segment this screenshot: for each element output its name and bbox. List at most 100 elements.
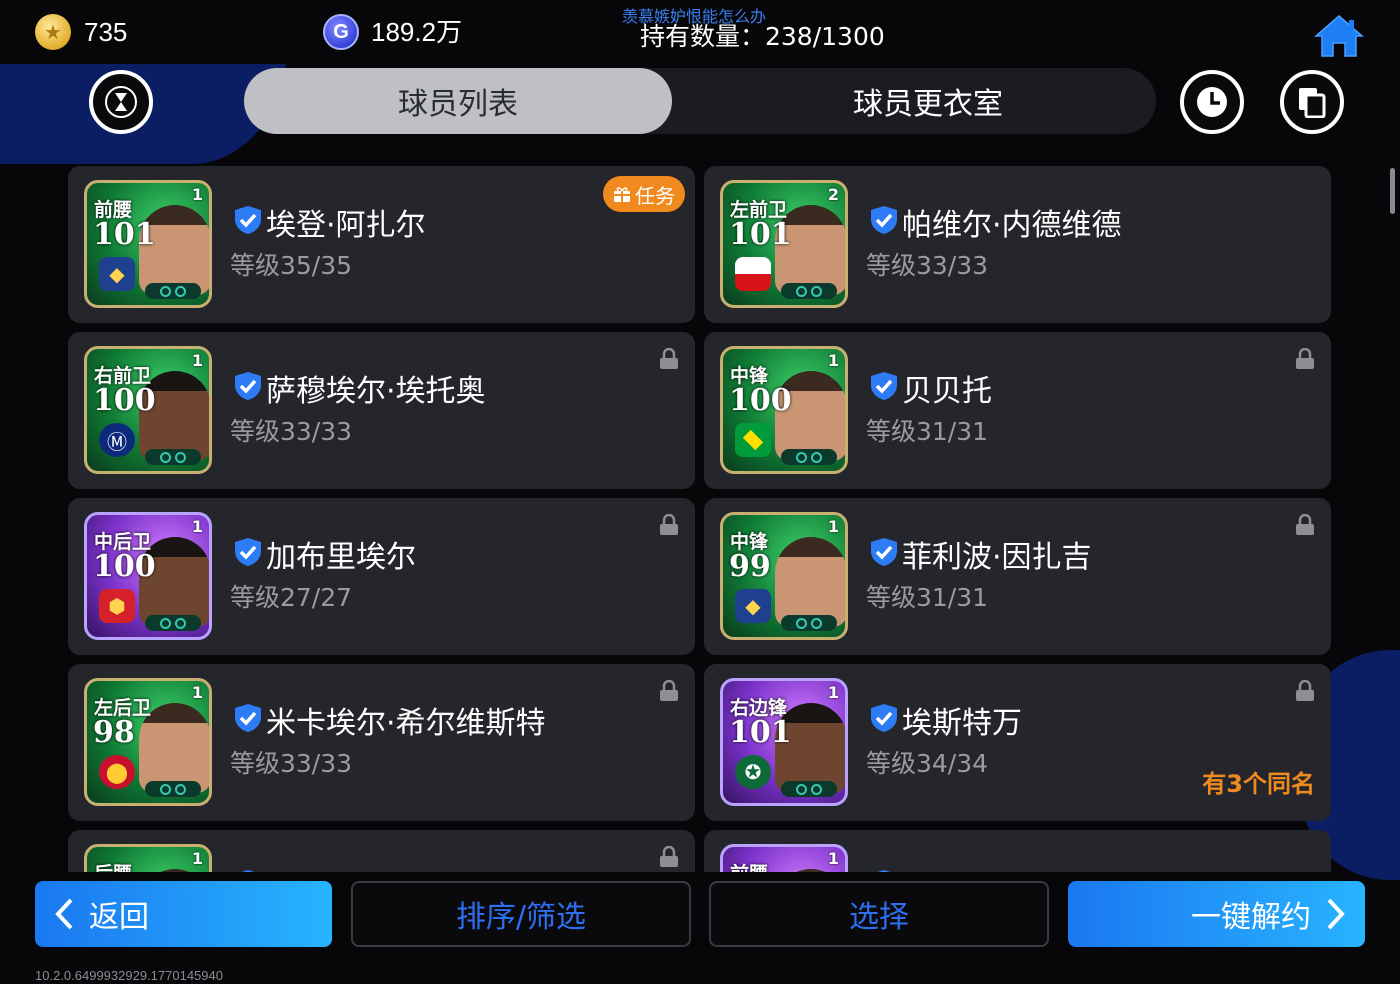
player-level: 等级33/33 [230,417,353,446]
player-photo [139,869,209,872]
select-button[interactable]: 选择 [709,881,1049,947]
player-rating: 100 [93,383,156,418]
player-photo [775,869,845,872]
top-bar: ★ 735 G 189.2万 持有数量：238/1300 羡慕嫉妒恨能怎么办 [0,0,1400,64]
skill-chips [145,449,201,465]
hourglass-icon [105,86,137,118]
tab-locker-room[interactable]: 球员更衣室 [700,68,1156,134]
player-portrait[interactable]: 中锋 99 1 ◆ [720,512,848,640]
player-portrait[interactable]: 右前卫 100 1 Ⓜ [84,346,212,474]
player-card[interactable]: 右前卫 100 1 Ⓜ 萨穆埃尔·埃托奥 等级33/33 [68,332,695,489]
gift-icon [614,187,630,202]
player-name: 贝贝托 [902,374,992,409]
skill-chips [781,781,837,797]
player-list[interactable]: 前腰 101 1 ◆ 埃登·阿扎尔 等级35/35 任务 左前卫 101 2 帕维尔·内德维德 等级3… [68,166,1332,872]
player-portrait[interactable]: 左后卫 98 1 ⬤ [84,678,212,806]
lock-icon[interactable] [1295,348,1315,370]
player-portrait[interactable]: 左前卫 101 2 [720,180,848,308]
copy-button[interactable] [1280,70,1344,134]
version-text: 10.2.0.6499932929.1770145940 [35,968,223,983]
task-badge[interactable]: 任务 [603,176,685,212]
home-icon[interactable] [1314,14,1364,58]
back-label: 返回 [89,900,149,935]
player-name: 菲利波·因扎吉 [902,540,1092,575]
player-card[interactable]: 中锋 100 1 贝贝托等级31/31 [704,332,1331,489]
gp-coin-icon: G [323,14,359,50]
player-level-badge: 1 [191,683,203,702]
club-crest-icon: ◆ [735,589,771,623]
player-portrait[interactable]: 中后卫 100 1 ⬢ [84,512,212,640]
lock-icon[interactable] [659,348,679,370]
player-card[interactable]: 前腰 101 1 ◆ 埃登·阿扎尔等级35/35 任务 [68,166,695,323]
verified-shield-icon [871,538,897,566]
player-rating: 101 [729,217,792,252]
lock-icon[interactable] [659,846,679,868]
player-rating: 101 [729,715,792,750]
player-name: 帕维尔·内德维德 [902,208,1122,243]
lock-icon[interactable] [1295,680,1315,702]
verified-shield-icon [235,206,261,234]
player-photo [775,537,845,627]
arsenal-crest-icon: ⬢ [99,589,135,623]
skill-chips [781,615,837,631]
player-level: 等级31/31 [866,417,989,446]
verified-shield-icon [235,704,261,732]
inter-crest-icon: Ⓜ [99,423,135,457]
chevron-right-icon [1327,898,1345,930]
player-card[interactable]: 左前卫 101 2 帕维尔·内德维德 等级33/33 [704,166,1331,323]
same-name-note: 有3个同名 [1202,770,1315,798]
back-button[interactable]: 返回 [35,881,332,947]
player-level: 等级33/33 [866,251,989,280]
player-portrait[interactable]: 中锋 100 1 [720,346,848,474]
tab-player-list[interactable]: 球员列表 [244,68,672,134]
lock-icon[interactable] [659,514,679,536]
sort-filter-button[interactable]: 排序/筛选 [351,881,691,947]
verified-shield-icon [871,206,897,234]
one-click-release-button[interactable]: 一键解约 [1068,881,1365,947]
task-label: 任务 [635,183,675,208]
player-rating: 101 [93,217,156,252]
player-level: 等级35/35 [230,251,353,280]
player-rating: 100 [729,383,792,418]
player-card[interactable]: 左后卫 98 1 ⬤ 米卡埃尔·希尔维斯特 等级33/33 [68,664,695,821]
history-button[interactable] [1180,70,1244,134]
player-rating: 100 [93,549,156,584]
player-card[interactable]: 中后卫 100 1 ⬢ 加布里埃尔 等级27/27 [68,498,695,655]
player-portrait[interactable]: 前腰 101 1 ◆ [84,180,212,308]
skill-chips [781,283,837,299]
lock-icon[interactable] [1295,514,1315,536]
clock-icon [1197,87,1227,117]
player-name: 米卡埃尔·希尔维斯特 [266,706,546,741]
tab-bar: 球员列表 球员更衣室 [244,68,1156,134]
skill-chips [145,283,201,299]
skill-chips [145,781,201,797]
player-portrait[interactable]: 右边锋 101 1 ✪ [720,678,848,806]
player-portrait[interactable]: 后腰 1 [84,844,212,872]
manutd-crest-icon: ⬤ [99,755,135,789]
player-card[interactable]: 后腰 1 [68,830,695,872]
player-portrait[interactable]: 前腰 1 [720,844,848,872]
player-level-badge: 1 [827,849,839,868]
player-level: 等级33/33 [230,749,353,778]
verified-shield-icon [877,870,891,872]
player-level-badge: 1 [191,849,203,868]
player-card[interactable]: 右边锋 101 1 ✪ 埃斯特万 等级34/34 有3个同名 [704,664,1331,821]
hourglass-button[interactable] [89,70,153,134]
player-name: 埃登·阿扎尔 [266,208,426,243]
scrollbar[interactable] [1390,168,1395,214]
player-level-badge: 1 [191,351,203,370]
brazil-flag-icon [735,423,771,457]
player-card[interactable]: 前腰 1 [704,830,1331,872]
player-level-badge: 1 [191,517,203,536]
player-card[interactable]: 中锋 99 1 ◆ 菲利波·因扎吉等级31/31 [704,498,1331,655]
player-name: 埃斯特万 [902,706,1022,741]
lock-icon[interactable] [659,680,679,702]
player-level: 等级31/31 [866,583,989,612]
player-position: 前腰 [730,859,768,872]
verified-shield-icon [235,538,261,566]
verified-shield-icon [871,704,897,732]
gp-coin-count: 189.2万 [371,17,463,47]
verified-shield-icon [871,372,897,400]
player-level-badge: 2 [827,185,839,204]
player-rating: 99 [729,549,771,584]
